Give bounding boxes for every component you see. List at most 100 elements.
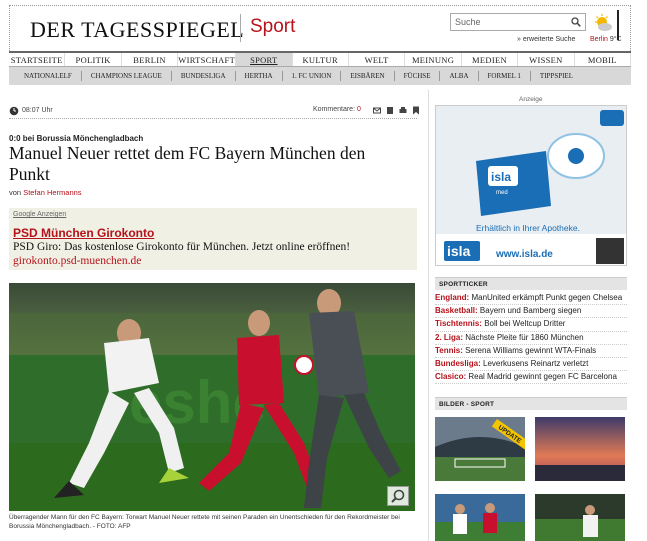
nav-item-medien[interactable]: MEDIEN: [462, 53, 519, 66]
nav-item-kultur[interactable]: KULTUR: [293, 53, 349, 66]
match-thumb-image: [535, 494, 625, 541]
sunset-thumb-image: [535, 417, 625, 481]
subnav-item-fuechse[interactable]: FÜCHSE: [395, 71, 441, 81]
isla-pack-brand: isla: [491, 170, 511, 184]
article-headline: Manuel Neuer rettet dem FC Bayern Münche…: [9, 143, 366, 184]
photo-caption: Überragender Mann für den FC Bayern: Tor…: [9, 514, 400, 530]
byline-prefix: von: [9, 188, 22, 197]
ticker-text: ManUnited erkämpft Punkt gegen Chelsea: [471, 293, 623, 302]
football-scene-image: eshe: [9, 283, 415, 511]
weather-city: Berlin: [590, 36, 608, 43]
ticker-text: Leverkusens Reinartz verletzt: [483, 359, 589, 369]
extended-search-link[interactable]: » erweiterte Suche: [517, 36, 575, 43]
subnav-item-formel-1[interactable]: FORMEL 1: [479, 71, 531, 81]
nav-item-wissen[interactable]: WISSEN: [518, 53, 575, 66]
stadium-thumb-image: UPDATE: [435, 417, 525, 481]
author-link[interactable]: Stefan Hermanns: [23, 188, 81, 197]
sun-cloud-icon[interactable]: [593, 13, 613, 33]
print-icon[interactable]: [399, 106, 407, 115]
section-title[interactable]: Sport: [250, 16, 295, 38]
article-meta: 08:07 Uhr Kommentare: 0: [9, 105, 420, 119]
article-tools: [373, 106, 420, 115]
ticker-row[interactable]: Tischtennis: Boll bei Weltcup Dritter: [435, 318, 627, 332]
gallery-thumb[interactable]: [535, 494, 625, 541]
logo-divider: [240, 14, 241, 42]
search-placeholder: Suche: [455, 17, 481, 27]
article-photo[interactable]: eshe: [9, 283, 415, 511]
nav-item-wirtschaft[interactable]: WIRTSCHAFT: [178, 53, 237, 66]
magnifier-icon: [391, 489, 405, 503]
email-icon[interactable]: [373, 106, 381, 115]
google-ad-text: PSD Giro: Das kostenlose Girokonto für M…: [13, 241, 351, 253]
nav-item-politik[interactable]: POLITIK: [65, 53, 122, 66]
article-time: 08:07 Uhr: [22, 107, 53, 114]
nav-item-sport[interactable]: SPORT: [236, 53, 293, 66]
gallery-thumb[interactable]: [535, 417, 625, 481]
ticker-text: Bayern und Bamberg siegen: [479, 306, 582, 316]
subnav-item-hertha[interactable]: HERTHA: [236, 71, 283, 81]
isla-pack-sub: med: [496, 190, 508, 196]
search-input[interactable]: Suche: [450, 13, 586, 31]
subnav-item-alba[interactable]: ALBA: [440, 71, 479, 81]
isla-tagline: Erhältlich in Ihrer Apotheke.: [476, 223, 580, 233]
comments-label: Kommentare:: [313, 106, 356, 113]
ticker-text: Real Madrid gewinnt gegen FC Barcelona: [468, 372, 617, 382]
nav-item-welt[interactable]: WELT: [349, 53, 406, 66]
thermometer-icon: [617, 10, 619, 40]
comments-link[interactable]: Kommentare: 0: [313, 106, 361, 113]
ticker-text: Serena Williams gewinnt WTA-Finals: [465, 345, 597, 355]
ticker-category: Clasico:: [435, 372, 467, 382]
ticker-text: Nächste Pleite für 1860 München: [465, 332, 584, 342]
ticker-category: England:: [435, 293, 470, 302]
ticker-category: Bundesliga:: [435, 359, 481, 369]
nav-item-startseite[interactable]: STARTSEITE: [9, 53, 66, 66]
nav-item-mobil[interactable]: MOBIL: [575, 53, 632, 66]
gallery-thumb[interactable]: UPDATE: [435, 417, 525, 481]
search-icon[interactable]: [571, 17, 581, 27]
sportticker-list: England: ManUnited erkämpft Punkt gegen …: [435, 292, 627, 385]
subnav-item-champions-league[interactable]: CHAMPIONS LEAGUE: [82, 71, 172, 81]
site-logo[interactable]: DER TAGESSPIEGEL: [30, 17, 244, 43]
gallery-thumb[interactable]: [435, 494, 525, 541]
ticker-row[interactable]: Basketball: Bayern und Bamberg siegen: [435, 305, 627, 319]
nav-item-meinung[interactable]: MEINUNG: [405, 53, 462, 66]
ticker-category: 2. Liga:: [435, 332, 464, 342]
article-byline: von Stefan Hermanns: [9, 188, 82, 197]
ticker-row[interactable]: 2. Liga: Nächste Pleite für 1860 München: [435, 332, 627, 345]
players-thumb-image: [435, 494, 525, 541]
subnav-item-fc-union[interactable]: 1. FC UNION: [283, 71, 342, 81]
ticker-category: Basketball:: [435, 306, 478, 316]
ticker-row[interactable]: Tennis: Serena Williams gewinnt WTA-Fina…: [435, 345, 627, 359]
article-kicker: 0:0 bei Borussia Mönchengladbach: [9, 134, 144, 143]
isla-logo: isla: [447, 243, 471, 259]
subnav-item-bundesliga[interactable]: BUNDESLIGA: [172, 71, 236, 81]
isla-advertisement[interactable]: isla med Erhältlich in Ihrer Apotheke. i…: [435, 105, 627, 266]
isla-url: www.isla.de: [495, 249, 553, 260]
google-ad[interactable]: Google Anzeigen PSD München Girokonto PS…: [9, 208, 417, 270]
ticker-row[interactable]: Bundesliga: Leverkusens Reinartz verletz…: [435, 358, 627, 372]
subnav-item-eisbaeren[interactable]: EISBÄREN: [341, 71, 395, 81]
bookmark-icon[interactable]: [412, 106, 420, 115]
google-ad-url[interactable]: girokonto.psd-muenchen.de: [13, 255, 141, 267]
subnav-item-nationalelf[interactable]: NATIONALELF: [15, 71, 82, 81]
comments-count: 0: [356, 106, 361, 113]
sidebar-divider: [428, 90, 429, 541]
ad-label: Anzeige: [519, 96, 543, 103]
clock-icon: [9, 106, 19, 116]
site-header: DER TAGESSPIEGEL Sport Suche » erweitert…: [9, 5, 631, 51]
ticker-category: Tischtennis:: [435, 319, 482, 329]
google-ad-label[interactable]: Google Anzeigen: [13, 211, 66, 218]
ticker-row[interactable]: Clasico: Real Madrid gewinnt gegen FC Ba…: [435, 371, 627, 385]
isla-ad-image: isla med Erhältlich in Ihrer Apotheke. i…: [436, 106, 626, 265]
sportticker-header: SPORTTICKER: [435, 277, 627, 290]
main-nav: STARTSEITE POLITIK BERLIN WIRTSCHAFT SPO…: [9, 51, 632, 67]
ticker-category: Tennis:: [435, 345, 463, 355]
nav-item-berlin[interactable]: BERLIN: [122, 53, 179, 66]
google-ad-title[interactable]: PSD München Girokonto: [13, 226, 154, 240]
gallery-header: BILDER - SPORT: [435, 397, 627, 410]
ticker-row[interactable]: England: ManUnited erkämpft Punkt gegen …: [435, 292, 627, 306]
share-icon[interactable]: [386, 106, 394, 115]
zoom-button[interactable]: [387, 486, 409, 506]
subnav-item-tippspiel[interactable]: TIPPSPIEL: [531, 71, 582, 81]
sub-nav: NATIONALELF CHAMPIONS LEAGUE BUNDESLIGA …: [9, 67, 631, 85]
